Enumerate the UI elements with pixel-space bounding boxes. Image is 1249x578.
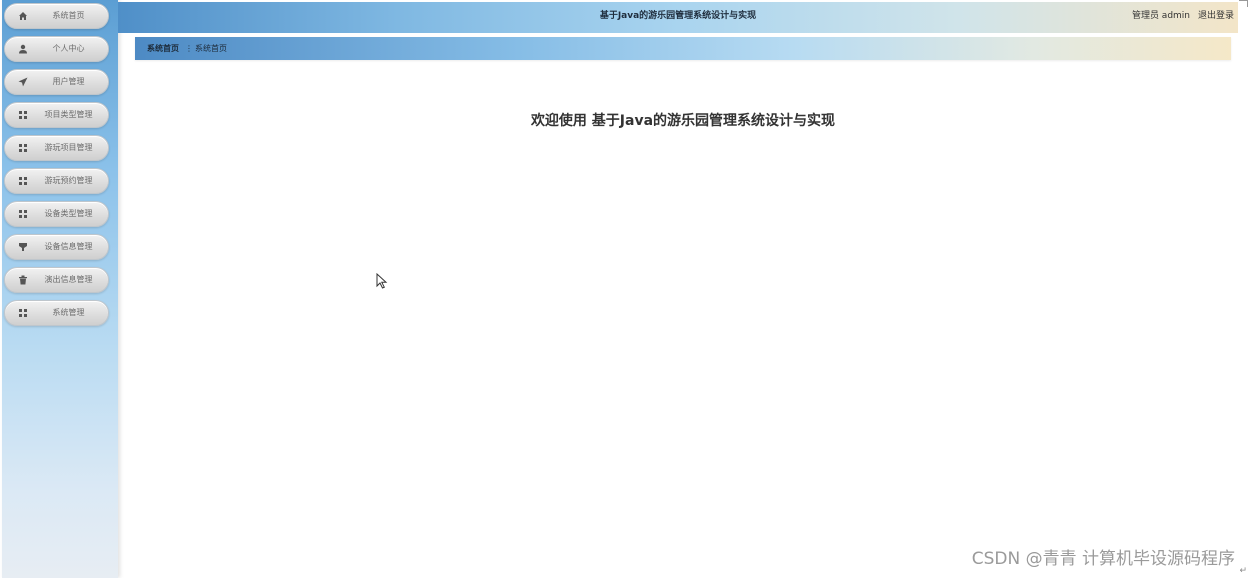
sidebar: 系统首页 个人中心 用户管理 项目类型管理 游玩项目管理 游玩预约管理 设备类型… xyxy=(2,0,118,578)
sidebar-item-shows[interactable]: 演出信息管理 xyxy=(4,267,109,293)
grid-icon xyxy=(16,140,30,156)
grid-icon xyxy=(16,107,30,123)
home-icon xyxy=(16,8,30,24)
corner-mark-bottom: ↵ xyxy=(1239,566,1247,576)
current-user: 管理员 admin xyxy=(1131,11,1190,21)
sidebar-item-reservations[interactable]: 游玩预约管理 xyxy=(4,168,109,194)
send-icon xyxy=(16,74,30,90)
logout-link[interactable]: 退出登录 xyxy=(1198,2,1234,30)
sidebar-item-label: 游玩项目管理 xyxy=(44,143,93,152)
breadcrumb-home-link[interactable]: 系统首页 xyxy=(147,37,179,60)
sidebar-item-home[interactable]: 系统首页 xyxy=(4,3,109,29)
sidebar-item-label: 演出信息管理 xyxy=(44,275,93,284)
sidebar-item-rides[interactable]: 游玩项目管理 xyxy=(4,135,109,161)
filter-icon xyxy=(16,239,30,255)
sidebar-item-label: 系统管理 xyxy=(52,308,85,317)
sidebar-item-device-types[interactable]: 设备类型管理 xyxy=(4,201,109,227)
trash-icon xyxy=(16,272,30,288)
sidebar-item-system[interactable]: 系统管理 xyxy=(4,300,109,326)
corner-mark-top xyxy=(1239,0,1248,7)
watermark: CSDN @青青 计算机毕设源码程序 xyxy=(971,549,1235,569)
mouse-cursor-icon xyxy=(376,272,388,289)
breadcrumb-current: 系统首页 xyxy=(195,44,227,53)
top-header: 基于Java的游乐园管理系统设计与实现 管理员 admin 退出登录 xyxy=(118,2,1238,33)
welcome-heading: 欢迎使用 基于Java的游乐园管理系统设计与实现 xyxy=(530,113,836,129)
sidebar-item-devices[interactable]: 设备信息管理 xyxy=(4,234,109,260)
breadcrumb: 系统首页 ⋮ 系统首页 xyxy=(135,37,1231,60)
app-title: 基于Java的游乐园管理系统设计与实现 xyxy=(599,11,757,21)
grid-icon xyxy=(16,173,30,189)
sidebar-item-project-types[interactable]: 项目类型管理 xyxy=(4,102,109,128)
sidebar-item-label: 设备类型管理 xyxy=(44,209,93,218)
sidebar-item-label: 个人中心 xyxy=(52,44,85,53)
sidebar-item-users[interactable]: 用户管理 xyxy=(4,69,109,95)
sidebar-item-label: 项目类型管理 xyxy=(44,110,93,119)
sidebar-item-label: 游玩预约管理 xyxy=(44,176,93,185)
sidebar-item-profile[interactable]: 个人中心 xyxy=(4,36,109,62)
sidebar-item-label: 用户管理 xyxy=(52,77,85,86)
sidebar-item-label: 系统首页 xyxy=(52,11,85,20)
user-icon xyxy=(16,41,30,57)
grid-icon xyxy=(16,206,30,222)
grid-icon xyxy=(16,305,30,321)
breadcrumb-separator: ⋮ xyxy=(185,44,193,53)
sidebar-item-label: 设备信息管理 xyxy=(44,242,93,251)
